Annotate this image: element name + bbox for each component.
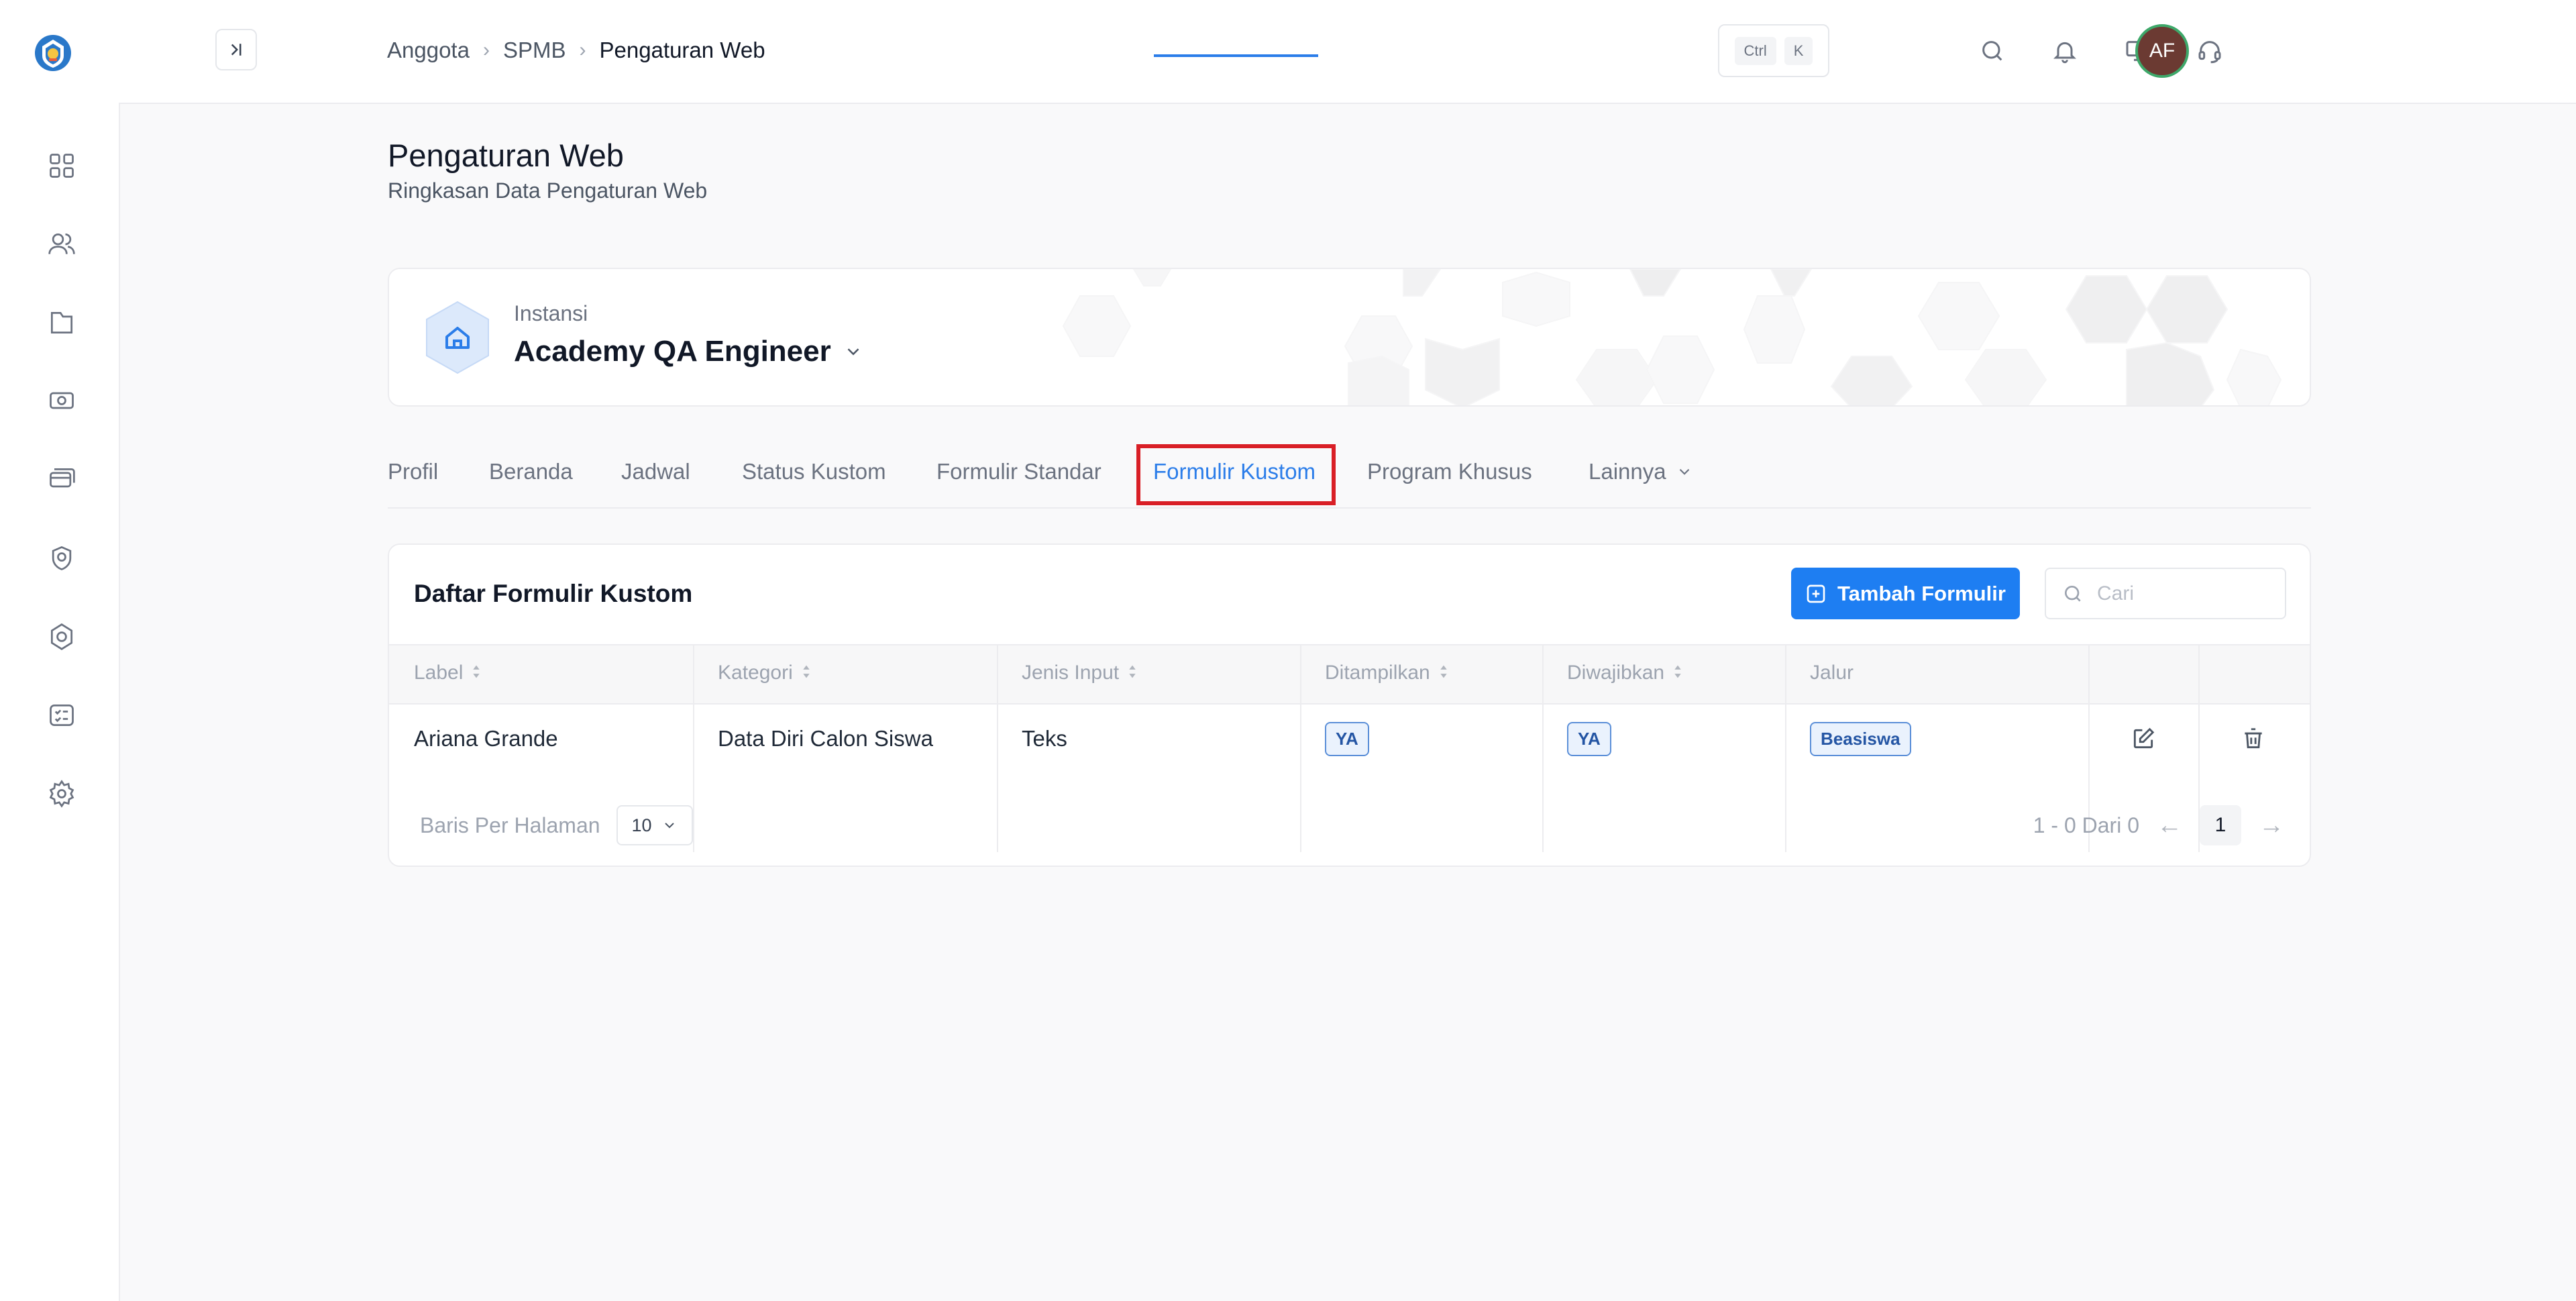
rows-per-page-select[interactable]: 10	[616, 805, 693, 845]
headset-icon[interactable]	[2191, 32, 2229, 70]
pagination-range: 1 - 0 Dari 0	[2033, 813, 2139, 837]
column-label-text: Label	[414, 662, 464, 684]
page-subtitle: Ringkasan Data Pengaturan Web	[388, 178, 708, 203]
arrow-left-icon[interactable]: ←	[2157, 811, 2182, 840]
tab-lainnya[interactable]: Lainnya	[1589, 459, 1693, 484]
sort-icon	[471, 662, 482, 684]
breadcrumb-item-spmb[interactable]: SPMB	[503, 38, 566, 63]
cell-kategori: Data Diri Calon Siswa	[718, 726, 933, 751]
tab-status-kustom[interactable]: Status Kustom	[742, 459, 886, 484]
table-row: Ariana Grande Data Diri Calon Siswa Teks…	[389, 703, 2310, 774]
cell-diwajibkan: YA	[1567, 703, 1611, 774]
column-header-jenis-input[interactable]: Jenis Input	[1022, 644, 1138, 702]
dashboard-icon[interactable]	[44, 148, 79, 183]
user-avatar[interactable]: AF	[2135, 24, 2189, 78]
sort-icon	[801, 662, 812, 684]
status-badge: YA	[1567, 721, 1611, 756]
sidebar	[0, 0, 120, 1301]
tab-beranda[interactable]: Beranda	[489, 459, 573, 484]
chevron-down-icon	[1679, 468, 1689, 475]
plus-square-icon	[1807, 584, 1825, 603]
breadcrumb-item-anggota[interactable]: Anggota	[387, 38, 470, 63]
tab-profil[interactable]: Profil	[388, 459, 438, 484]
sort-icon	[1127, 662, 1138, 684]
sort-icon	[1672, 662, 1683, 684]
card-icon[interactable]	[44, 462, 79, 497]
column-header-label[interactable]: Label	[414, 644, 482, 702]
breadcrumb-item-current: Pengaturan Web	[599, 38, 765, 62]
column-header-jalur: Jalur	[1810, 644, 1854, 702]
sort-icon	[1438, 662, 1449, 684]
column-header-kategori[interactable]: Kategori	[718, 644, 812, 702]
chevron-right-icon: ›	[579, 39, 586, 61]
breadcrumb: Anggota › SPMB › Pengaturan Web	[387, 34, 765, 67]
cell-jenis-input: Teks	[1022, 726, 1067, 751]
instance-name: Academy QA Engineer	[514, 335, 831, 368]
tab-lainnya-label: Lainnya	[1589, 459, 1666, 484]
active-tab-highlight-box	[1136, 444, 1336, 505]
rows-per-page-value: 10	[631, 815, 652, 835]
column-label-text: Ditampilkan	[1325, 662, 1430, 684]
column-label-text: Diwajibkan	[1567, 662, 1665, 684]
kbd-k: K	[1784, 36, 1813, 65]
command-palette-shortcut[interactable]: Ctrl K	[1718, 24, 1829, 77]
chevron-down-icon	[664, 823, 674, 829]
column-label-text: Jalur	[1810, 662, 1854, 684]
tab-jadwal[interactable]: Jadwal	[621, 459, 690, 484]
home-icon	[419, 299, 496, 376]
active-tab-indicator	[1154, 54, 1318, 57]
edit-icon[interactable]	[2126, 721, 2161, 756]
users-icon[interactable]	[44, 227, 79, 262]
cell-jalur: Beasiswa	[1810, 703, 1911, 774]
settings-tabs: Profil Beranda Jadwal Status Kustom Form…	[388, 450, 2311, 509]
instance-selector[interactable]: Academy QA Engineer	[514, 335, 863, 368]
add-form-button-label: Tambah Formulir	[1837, 581, 2006, 605]
column-label-text: Jenis Input	[1022, 662, 1120, 684]
card-title: Daftar Formulir Kustom	[414, 580, 693, 607]
page-title: Pengaturan Web	[388, 138, 624, 173]
search-icon[interactable]	[1974, 32, 2011, 70]
settings-icon[interactable]	[44, 776, 79, 811]
rows-per-page-label: Baris Per Halaman	[420, 813, 600, 837]
arrow-right-icon[interactable]: →	[2259, 811, 2284, 840]
checklist-icon[interactable]	[44, 698, 79, 733]
badge-icon[interactable]	[44, 541, 79, 576]
tab-formulir-standar[interactable]: Formulir Standar	[936, 459, 1102, 484]
cell-label: Ariana Grande	[414, 726, 558, 751]
cell-ditampilkan: YA	[1325, 703, 1369, 774]
pagination: 1 - 0 Dari 0 ← 1 →	[2033, 805, 2284, 845]
column-label-text: Kategori	[718, 662, 793, 684]
bell-icon[interactable]	[2046, 32, 2084, 70]
instance-label: Instansi	[514, 301, 588, 325]
folder-icon[interactable]	[44, 305, 79, 340]
sidebar-toggle-button[interactable]	[215, 29, 257, 70]
column-header-diwajibkan[interactable]: Diwajibkan	[1567, 644, 1683, 702]
chevron-right-icon: ›	[482, 39, 490, 61]
status-badge: YA	[1325, 721, 1369, 756]
jalur-badge: Beasiswa	[1810, 721, 1911, 756]
money-icon[interactable]	[44, 383, 79, 418]
award-icon[interactable]	[44, 619, 79, 654]
custom-form-table-card: Daftar Formulir Kustom Tambah Formulir L…	[388, 543, 2311, 867]
chevron-down-icon	[847, 348, 859, 356]
column-header-ditampilkan[interactable]: Ditampilkan	[1325, 644, 1449, 702]
search-icon	[2065, 585, 2081, 602]
instance-card: Instansi Academy QA Engineer	[388, 268, 2311, 407]
tab-program-khusus[interactable]: Program Khusus	[1367, 459, 1532, 484]
trash-icon[interactable]	[2236, 721, 2271, 756]
rows-per-page: Baris Per Halaman 10	[420, 805, 693, 845]
page-number-button[interactable]: 1	[2200, 805, 2241, 845]
app-logo[interactable]	[34, 34, 72, 72]
search-field[interactable]	[2045, 568, 2286, 619]
kbd-ctrl: Ctrl	[1734, 36, 1776, 65]
search-input[interactable]	[2096, 581, 2259, 606]
add-form-button[interactable]: Tambah Formulir	[1791, 568, 2020, 619]
